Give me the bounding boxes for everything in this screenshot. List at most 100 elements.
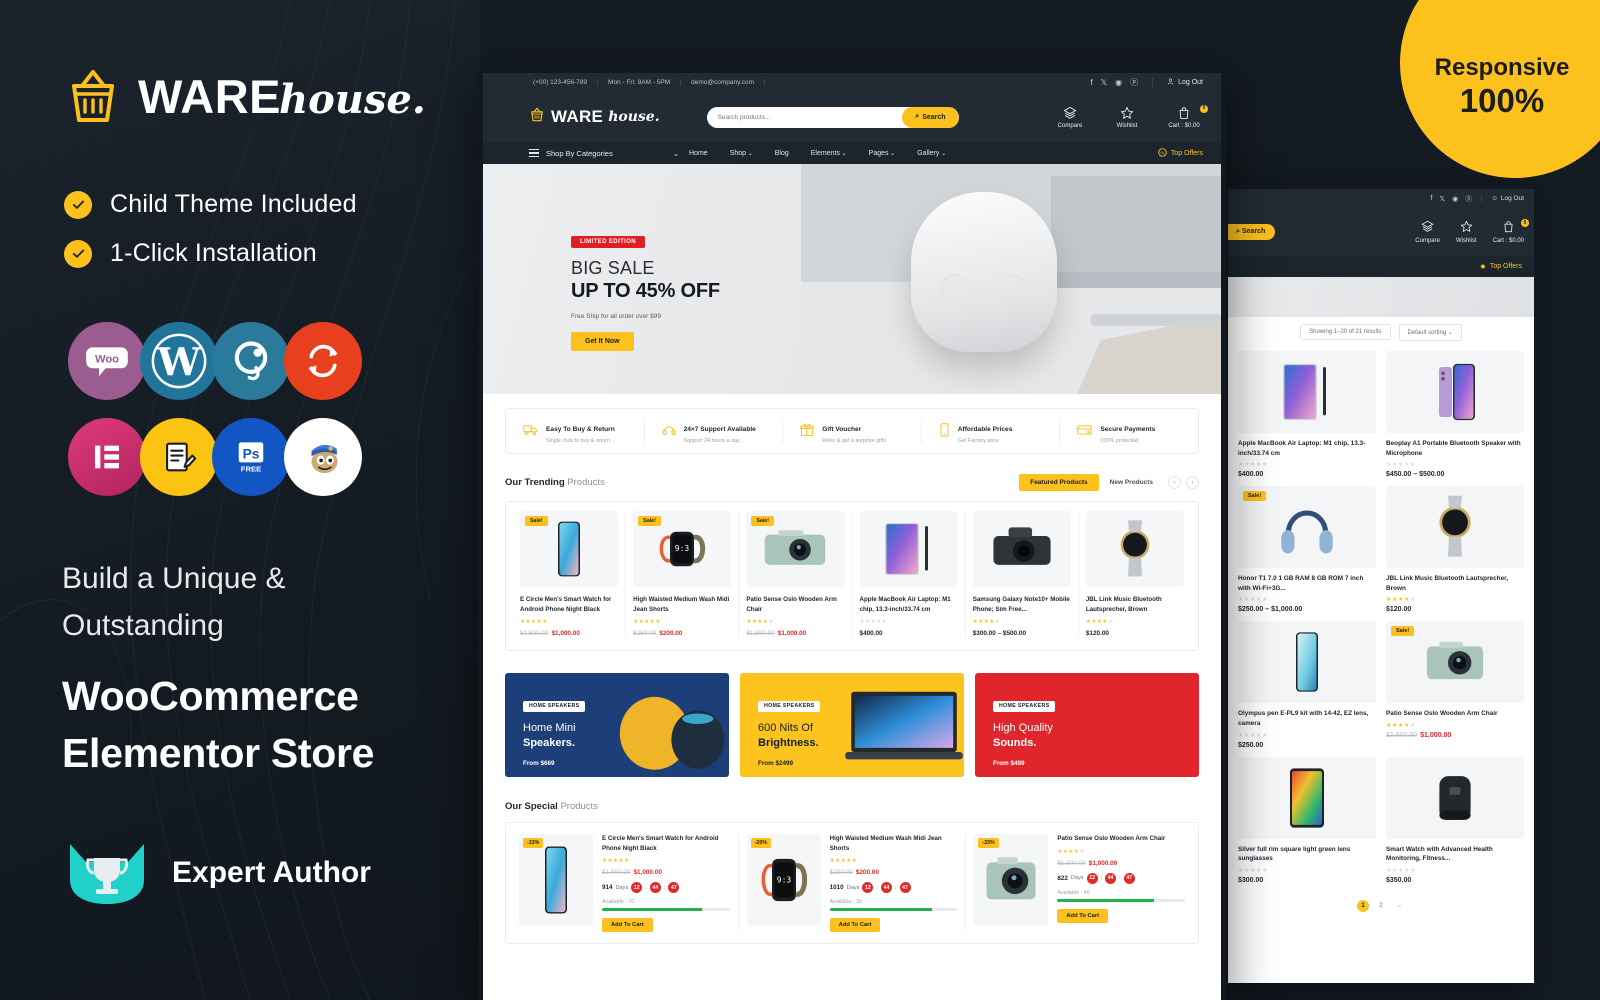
tablet-product-title[interactable]: Olympus pen E-PL9 kit with 14-42, EZ len… <box>1238 709 1376 728</box>
tablet-product-title[interactable]: Patio Sense Oslo Wooden Arm Chair <box>1386 709 1524 719</box>
product-card[interactable]: Sale! E Circle Men's Smart Watch for Andr… <box>513 511 627 637</box>
search-button[interactable]: ⌕ Search <box>902 106 959 128</box>
tab-featured-products[interactable]: Featured Products <box>1019 474 1099 491</box>
product-title[interactable]: High Waisted Medium Wash Midi Jean Short… <box>633 595 731 614</box>
tablet-social-links[interactable]: f 𝕏 ◉ ⓟ <box>1431 194 1473 204</box>
sorting-select[interactable]: Default sorting ⌄ <box>1398 323 1462 341</box>
tablet-cart-button[interactable]: 0 Cart : $0.00 <box>1493 219 1529 244</box>
tablet-product-card[interactable]: Silver full rim square light green lens … <box>1238 756 1376 884</box>
special-product-title[interactable]: E Circle Men's Smart Watch for Android P… <box>602 834 730 853</box>
product-card[interactable]: JBL Link Music Bluetooth Lautsprecher, B… <box>1079 511 1191 637</box>
star-icon: ★ <box>1261 597 1268 604</box>
twitter-icon[interactable]: 𝕏 <box>1101 78 1107 87</box>
old-price: $1,500.00 <box>746 630 775 637</box>
tablet-product-card[interactable]: Beoplay A1 Portable Bluetooth Speaker wi… <box>1386 351 1524 479</box>
tablet-search-button[interactable]: ⌕ Search <box>1228 224 1276 240</box>
product-card[interactable]: Samsung Galaxy Note10+ Mobile Phone; Sim… <box>966 511 1079 637</box>
stock-available-label: Available : 40 <box>1057 889 1090 896</box>
twitter-icon[interactable]: 𝕏 <box>1439 195 1445 203</box>
trending-title-light: Products <box>567 477 605 488</box>
pinterest-icon[interactable]: ⓟ <box>1465 194 1472 204</box>
nav-item-gallery[interactable]: Gallery <box>917 150 946 157</box>
tablet-product-card[interactable]: JBL Link Music Bluetooth Lautsprecher, B… <box>1386 486 1524 614</box>
page-2-button[interactable]: 2 <box>1375 900 1387 912</box>
product-thumbnail: Sale! 9:3 <box>633 511 732 587</box>
business-hours: Mon - Fri: 8AM - 5PM <box>598 79 682 86</box>
special-product-title[interactable]: High Waisted Medium Wash Midi Jean Short… <box>830 834 958 853</box>
price: $300.00 <box>1238 876 1264 884</box>
hero-cta-button[interactable]: Get It Now <box>571 332 634 351</box>
add-to-cart-button[interactable]: Add To Cart <box>829 918 881 933</box>
tablet-product-title[interactable]: Silver full rim square light green lens … <box>1238 845 1376 864</box>
promo-banner[interactable]: HOME SPEAKERS Home Mini Speakers. From $669 <box>505 673 729 777</box>
wishlist-button[interactable]: Wishlist <box>1108 106 1146 129</box>
facebook-icon[interactable]: f <box>1090 78 1092 87</box>
nav-item-blog[interactable]: Blog <box>775 150 789 157</box>
nav-item-elements[interactable]: Elements <box>811 150 847 157</box>
special-product-title[interactable]: Patio Sense Oslo Wooden Arm Chair <box>1057 834 1185 844</box>
tablet-product-card[interactable]: Olympus pen E-PL9 kit with 14-42, EZ len… <box>1238 621 1376 749</box>
page-next-button[interactable]: → <box>1393 900 1405 912</box>
tablet-top-offers-link[interactable]: ✹ Top Offers <box>1480 263 1522 271</box>
tablet-logout-link[interactable]: ☺ Log Out <box>1481 195 1524 202</box>
tablet-product-title[interactable]: JBL Link Music Bluetooth Lautsprecher, B… <box>1386 574 1524 593</box>
hero-title-2: UP TO 45% OFF <box>571 280 720 302</box>
trending-products-carousel: Sale! E Circle Men's Smart Watch for Andr… <box>505 501 1199 651</box>
tablet-product-card[interactable]: Smart Watch with Advanced Health Monitor… <box>1386 756 1524 884</box>
cart-button[interactable]: 0 Cart : $0.00 <box>1165 104 1208 129</box>
desktop-header: WARE house. ⌕ Search Compare <box>483 92 1221 142</box>
tablet-product-title[interactable]: Honor T1 7.0 1 GB RAM 8 GB ROM 7 inch wi… <box>1238 574 1376 593</box>
add-to-cart-button[interactable]: Add To Cart <box>602 918 653 933</box>
responsive-badge: Responsive 100% <box>1400 0 1600 178</box>
instagram-icon[interactable]: ◉ <box>1115 78 1122 87</box>
special-product-card[interactable]: -33% Patio Sense Oslo Wooden Arm Chair ★★★… <box>966 834 1193 932</box>
special-product-card[interactable]: -33% E Circle Men's Smart Watch for Andro… <box>511 834 739 933</box>
carousel-prev-icon[interactable]: ‹ <box>1168 476 1181 489</box>
product-card[interactable]: Sale! 9:3 High Waisted Medium Wash Midi Je… <box>626 511 740 637</box>
desktop-logo[interactable]: WARE house. <box>529 107 660 127</box>
svg-text:FREE: FREE <box>241 465 261 474</box>
compare-button[interactable]: Compare <box>1051 106 1089 129</box>
promo-banner[interactable]: HOME SPEAKERS High Quality Sounds. From $49… <box>975 673 1199 777</box>
product-title[interactable]: Patio Sense Oslo Wooden Arm Chair <box>746 595 844 614</box>
tablet-product-card[interactable]: Apple MacBook Air Laptop: M1 chip, 13.3-… <box>1238 351 1376 479</box>
tablet-product-title[interactable]: Beoplay A1 Portable Bluetooth Speaker wi… <box>1386 439 1524 458</box>
tab-new-products[interactable]: New Products <box>1110 479 1153 486</box>
search-input[interactable] <box>706 113 903 121</box>
bullet-label: 1-Click Installation <box>110 239 317 267</box>
special-product-card[interactable]: -20% 9:3 High Waisted Medium Wash Midi Jea… <box>739 834 967 933</box>
user-icon <box>1167 78 1174 87</box>
svg-text:9:3: 9:3 <box>776 876 791 885</box>
tablet-product-title[interactable]: Apple MacBook Air Laptop: M1 chip, 13.3-… <box>1238 439 1376 458</box>
tablet-wishlist-button[interactable]: Wishlist <box>1456 220 1477 244</box>
nav-item-pages[interactable]: Pages <box>869 150 896 157</box>
page-1-button[interactable]: 1 <box>1357 899 1369 912</box>
special-products-row: -33% E Circle Men's Smart Watch for Andro… <box>505 822 1199 945</box>
tablet-product-price: $1,500.00 $1,000.00 <box>1386 732 1524 739</box>
nav-item-shop[interactable]: Shop <box>730 150 753 157</box>
nav-item-home[interactable]: Home <box>689 150 708 157</box>
shop-by-categories-button[interactable]: Shop By Categories ⌄ <box>529 149 679 158</box>
tablet-product-card[interactable]: Sale! Honor T1 7.0 1 GB RAM 8 GB ROM 7 in… <box>1238 486 1376 614</box>
sale-badge: Sale! <box>751 516 775 526</box>
product-card[interactable]: Sale! Patio Sense Oslo Wooden Arm Chair ★★… <box>739 511 853 637</box>
logout-link[interactable]: Log Out <box>1152 78 1203 87</box>
top-offers-link[interactable]: % Top Offers <box>1158 147 1203 159</box>
promo-banner[interactable]: HOME SPEAKERS 600 Nits Of Brightness. From … <box>740 673 964 777</box>
headline-secondary-line2: Outstanding <box>62 608 224 642</box>
carousel-next-icon[interactable]: › <box>1186 476 1199 489</box>
instagram-icon[interactable]: ◉ <box>1452 195 1458 203</box>
product-title[interactable]: JBL Link Music Bluetooth Lautsprecher, B… <box>1086 595 1184 614</box>
facebook-icon[interactable]: f <box>1431 195 1433 202</box>
tablet-product-title[interactable]: Smart Watch with Advanced Health Monitor… <box>1386 845 1524 864</box>
tablet-product-card[interactable]: Sale! Patio Sense Oslo Wooden Arm Chair ★★… <box>1386 621 1524 749</box>
special-section-header: Our Special Products <box>505 801 1199 812</box>
add-to-cart-button[interactable]: Add To Cart <box>1057 908 1109 923</box>
pinterest-icon[interactable]: ⓟ <box>1130 77 1138 88</box>
product-title[interactable]: Samsung Galaxy Note10+ Mobile Phone; Sim… <box>973 595 1071 614</box>
tablet-compare-button[interactable]: Compare <box>1415 220 1440 244</box>
product-card[interactable]: Apple MacBook Air Laptop: M1 chip, 13.3-… <box>853 511 966 637</box>
product-illustration <box>845 691 963 760</box>
product-title[interactable]: E Circle Men's Smart Watch for Android P… <box>520 595 618 614</box>
product-title[interactable]: Apple MacBook Air Laptop: M1 chip, 13.3-… <box>860 595 958 614</box>
